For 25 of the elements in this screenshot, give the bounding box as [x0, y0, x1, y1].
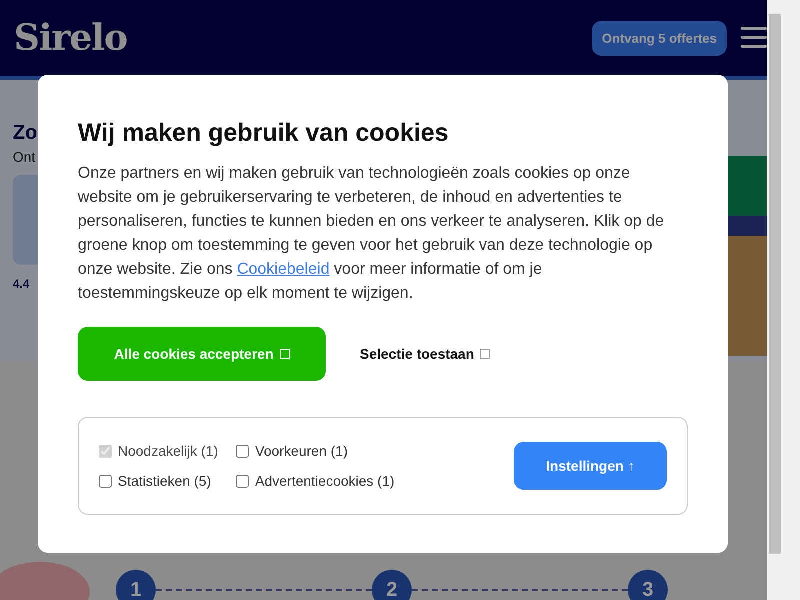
checkbox-label: Voorkeuren (1) — [255, 443, 348, 459]
scrollbar[interactable] — [767, 0, 800, 600]
consent-text: Onze partners en wij maken gebruik van technologieën zoals cookies op onze website om je gebruikerservaring te verbeteren, de inhoud en advertenties te personaliseren, functies te kunnen bieden en ons verkeer te analyseren. Klik op de groene knop om toestemming te geven voor het gebruik van deze technologie op onze website. Zie ons Cookiebeleid voor meer informatie of om je toestemmingskeuze op elk moment te wijzigen. — [78, 164, 666, 304]
offers-button[interactable]: Ontvang 5 offertes — [592, 20, 727, 56]
square-icon — [280, 349, 290, 359]
checkbox[interactable] — [236, 444, 250, 458]
settings-button[interactable]: Instellingen ↑ — [514, 442, 667, 490]
step-number: 1 — [116, 570, 156, 600]
allow-selection-button[interactable]: Selectie toestaan — [360, 346, 490, 362]
accept-all-button[interactable]: Alle cookies accepteren — [78, 327, 326, 381]
rating-score: 4.4 — [13, 277, 31, 291]
step-number: 2 — [372, 570, 412, 600]
step-number: 3 — [628, 570, 668, 600]
checkbox-label: Advertentiecookies (1) — [255, 473, 395, 489]
cookie-policy-link[interactable]: Cookiebeleid — [237, 261, 330, 278]
checkbox[interactable] — [99, 474, 112, 488]
checkbox-label: Noodzakelijk (1) — [118, 443, 218, 459]
logo[interactable]: Sirelo — [14, 17, 592, 59]
page-heading: Zo — [13, 122, 38, 145]
dialog-title: Wij maken gebruik van cookies — [78, 119, 450, 148]
checkbox[interactable] — [236, 474, 250, 488]
checkbox-label: Statistieken (5) — [118, 473, 212, 489]
square-icon — [480, 349, 490, 359]
menu-icon[interactable] — [741, 27, 767, 49]
page-subheading: Ont — [13, 149, 37, 165]
